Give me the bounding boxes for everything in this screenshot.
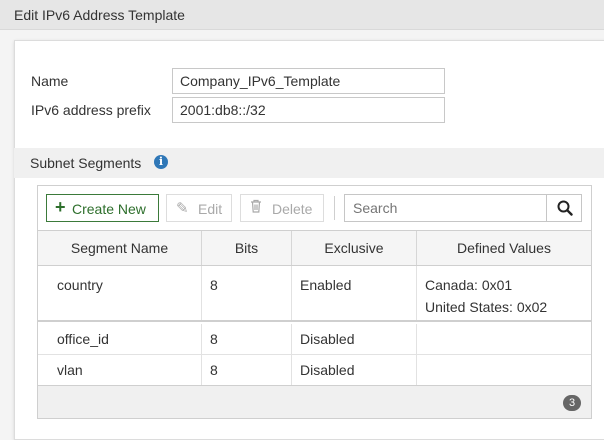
trash-icon bbox=[250, 199, 262, 217]
table-row[interactable]: country 8 Enabled Canada: 0x01 United St… bbox=[38, 266, 591, 322]
segment-name-cell: country bbox=[38, 266, 202, 320]
table-row[interactable]: office_id 8 Disabled bbox=[38, 324, 591, 355]
toolbar-divider bbox=[334, 196, 335, 220]
dialog-title: Edit IPv6 Address Template bbox=[14, 7, 185, 23]
create-new-button[interactable]: + Create New bbox=[46, 194, 159, 222]
defined-values-cell bbox=[417, 355, 591, 385]
row-count-badge: 3 bbox=[563, 395, 581, 411]
delete-button[interactable]: Delete bbox=[240, 194, 324, 222]
delete-label: Delete bbox=[272, 201, 313, 217]
exclusive-cell: Disabled bbox=[292, 324, 417, 354]
edit-label: Edit bbox=[198, 201, 223, 217]
name-input[interactable] bbox=[172, 68, 445, 94]
table-footer: 3 bbox=[38, 385, 591, 418]
exclusive-cell: Disabled bbox=[292, 355, 417, 385]
bits-cell: 8 bbox=[202, 266, 292, 320]
bits-cell: 8 bbox=[202, 324, 292, 354]
column-header-defined-values[interactable]: Defined Values bbox=[417, 231, 591, 265]
defined-values-cell: Canada: 0x01 United States: 0x02 bbox=[417, 266, 591, 320]
dialog-title-bar: Edit IPv6 Address Template bbox=[0, 0, 604, 30]
defined-value: United States: 0x02 bbox=[425, 299, 548, 315]
search-box bbox=[344, 194, 582, 222]
pencil-icon: ✎ bbox=[176, 200, 189, 217]
bits-cell: 8 bbox=[202, 355, 292, 385]
name-label: Name bbox=[31, 73, 69, 89]
prefix-input[interactable] bbox=[172, 97, 445, 123]
defined-values-cell bbox=[417, 324, 591, 354]
column-header-bits[interactable]: Bits bbox=[202, 231, 292, 265]
column-header-segment-name[interactable]: Segment Name bbox=[38, 231, 202, 265]
defined-value: Canada: 0x01 bbox=[425, 277, 513, 293]
search-icon bbox=[557, 200, 573, 216]
table-header: Segment Name Bits Exclusive Defined Valu… bbox=[38, 230, 591, 266]
exclusive-cell: Enabled bbox=[292, 266, 417, 320]
search-input[interactable] bbox=[345, 195, 547, 221]
segment-name-cell: vlan bbox=[38, 355, 202, 385]
edit-button[interactable]: ✎ Edit bbox=[166, 194, 232, 222]
search-button[interactable] bbox=[546, 195, 581, 221]
table-row[interactable]: vlan 8 Disabled bbox=[38, 355, 591, 385]
subnet-segments-title: Subnet Segments bbox=[30, 155, 142, 171]
column-header-exclusive[interactable]: Exclusive bbox=[292, 231, 417, 265]
info-icon[interactable]: i bbox=[154, 155, 168, 169]
subnet-segments-header: Subnet Segments i bbox=[14, 148, 604, 178]
segment-name-cell: office_id bbox=[38, 324, 202, 354]
prefix-label: IPv6 address prefix bbox=[31, 102, 151, 118]
segments-grid: + Create New ✎ Edit Delete Segment Name … bbox=[37, 185, 592, 419]
create-new-label: Create New bbox=[72, 201, 146, 217]
plus-icon: + bbox=[55, 197, 66, 217]
